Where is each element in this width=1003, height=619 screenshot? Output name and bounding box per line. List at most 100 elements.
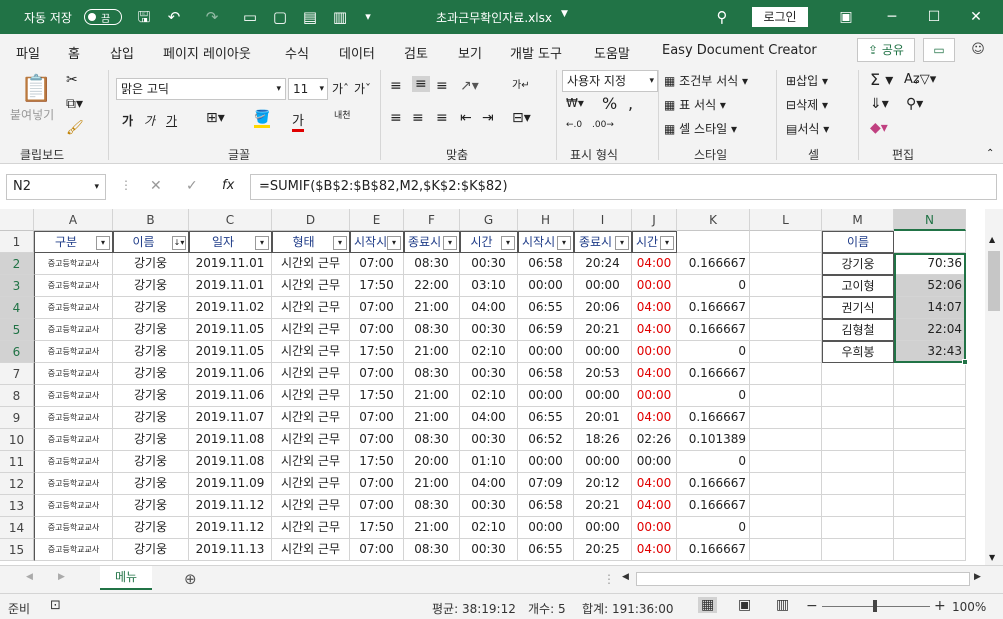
table-cell[interactable]: 00:00: [574, 275, 632, 297]
page-break-view-icon[interactable]: ▥: [776, 597, 789, 613]
table-cell[interactable]: 00:00: [518, 385, 574, 407]
table-cell[interactable]: 21:00: [404, 341, 460, 363]
font-name-combo[interactable]: 맑은 고딕 ▾: [116, 78, 286, 100]
table-cell[interactable]: 22:00: [404, 275, 460, 297]
table-cell[interactable]: 2019.11.12: [189, 517, 272, 539]
tab-easy-document-creator[interactable]: Easy Document Creator: [662, 43, 817, 58]
comma-icon[interactable]: ,: [628, 94, 633, 113]
table-cell[interactable]: 08:30: [404, 539, 460, 561]
table-cell[interactable]: 07:00: [350, 495, 404, 517]
collapse-ribbon-icon[interactable]: ⌃: [986, 148, 994, 159]
next-sheet-icon[interactable]: ▶: [58, 572, 65, 582]
table-cell[interactable]: [750, 363, 822, 385]
merge-center-icon[interactable]: ⊟▾: [512, 110, 531, 126]
table-cell[interactable]: [750, 451, 822, 473]
comments-button[interactable]: ▭: [923, 38, 955, 62]
delete-cells-button[interactable]: ⊟삭제 ▾: [786, 96, 828, 113]
tab-review[interactable]: 검토: [404, 43, 428, 62]
table-cell[interactable]: 04:00: [632, 407, 677, 429]
align-left-icon[interactable]: ≡: [390, 110, 402, 126]
table-cell[interactable]: 2019.11.12: [189, 495, 272, 517]
login-button[interactable]: 로그인: [752, 7, 808, 27]
undo-icon[interactable]: ↶: [164, 7, 184, 27]
table-cell[interactable]: 08:30: [404, 253, 460, 275]
table-cell[interactable]: 강기웅: [113, 341, 189, 363]
align-center-icon[interactable]: ≡: [412, 110, 424, 126]
table-cell[interactable]: 06:55: [518, 539, 574, 561]
summary-total[interactable]: [894, 363, 966, 385]
column-header[interactable]: D: [272, 209, 350, 231]
table-cell[interactable]: 2019.11.01: [189, 275, 272, 297]
table-cell[interactable]: 00:00: [518, 341, 574, 363]
table-cell[interactable]: 증고등학교교사: [34, 451, 113, 473]
table-cell[interactable]: 06:55: [518, 297, 574, 319]
copy-icon[interactable]: ⧉▾: [66, 96, 83, 112]
summary-total[interactable]: [894, 495, 966, 517]
table-cell[interactable]: 증고등학교교사: [34, 363, 113, 385]
table-cell[interactable]: [750, 539, 822, 561]
table-cell[interactable]: 17:50: [350, 451, 404, 473]
add-sheet-icon[interactable]: ⊕: [184, 570, 197, 588]
table-cell[interactable]: 시간외 근무: [272, 407, 350, 429]
row-header[interactable]: 6: [0, 341, 34, 363]
table-cell[interactable]: 02:10: [460, 385, 518, 407]
table-cell[interactable]: 06:59: [518, 319, 574, 341]
table-cell[interactable]: 시간외 근무: [272, 451, 350, 473]
summary-total[interactable]: [894, 539, 966, 561]
table-cell[interactable]: 20:24: [574, 253, 632, 275]
maximize-button[interactable]: ☐: [922, 5, 946, 29]
table-cell[interactable]: 07:00: [350, 539, 404, 561]
table-cell[interactable]: 강기웅: [113, 451, 189, 473]
fill-handle[interactable]: [962, 359, 968, 365]
column-header[interactable]: G: [460, 209, 518, 231]
summary-header[interactable]: 이름: [822, 231, 894, 253]
fill-icon[interactable]: ⇓▾: [870, 96, 889, 112]
table-cell[interactable]: 강기웅: [113, 319, 189, 341]
table-cell[interactable]: 20:53: [574, 363, 632, 385]
decrease-font-icon[interactable]: 가ˇ: [354, 80, 371, 97]
row-header[interactable]: 8: [0, 385, 34, 407]
row-header[interactable]: 12: [0, 473, 34, 495]
table-cell[interactable]: 강기웅: [113, 539, 189, 561]
summary-total[interactable]: 22:04: [894, 319, 966, 341]
column-header[interactable]: B: [113, 209, 189, 231]
column-header[interactable]: C: [189, 209, 272, 231]
table-cell[interactable]: 03:10: [460, 275, 518, 297]
row-header[interactable]: 14: [0, 517, 34, 539]
header-cell[interactable]: 형태 ▾: [272, 231, 350, 253]
table-cell[interactable]: 20:01: [574, 407, 632, 429]
table-cell[interactable]: 증고등학교교사: [34, 297, 113, 319]
redo-icon[interactable]: ↷: [202, 7, 222, 27]
summary-total[interactable]: 14:07: [894, 297, 966, 319]
table-cell[interactable]: 08:30: [404, 363, 460, 385]
header-cell[interactable]: 종료시 ▾: [404, 231, 460, 253]
table-cell[interactable]: 00:00: [632, 275, 677, 297]
align-top-icon[interactable]: ≡: [390, 78, 402, 94]
table-cell[interactable]: 증고등학교교사: [34, 407, 113, 429]
page-layout-view-icon[interactable]: ▣: [738, 597, 751, 613]
table-cell[interactable]: 시간외 근무: [272, 429, 350, 451]
table-cell[interactable]: 04:00: [632, 539, 677, 561]
increase-decimal-icon[interactable]: ←.0: [566, 120, 582, 130]
align-bottom-icon[interactable]: ≡: [436, 78, 448, 94]
row-header[interactable]: 1: [0, 231, 34, 253]
sheet-tab-menu[interactable]: 메뉴: [100, 566, 152, 590]
paste-icon[interactable]: 📋: [20, 74, 52, 104]
scroll-up-icon[interactable]: ▲: [989, 235, 995, 244]
spreadsheet-grid[interactable]: A B C D E F G H I J K L M N 1 구분 ▾ 이름 ↓▾ 일자 ▾ 형태 ▾ 시작시 ▾ 종료시 ▾ 시간 ▾ 시…: [0, 209, 1003, 563]
autosave-toggle[interactable]: 끔: [84, 9, 122, 25]
table-cell[interactable]: 00:00: [574, 451, 632, 473]
table-cell[interactable]: [822, 517, 894, 539]
format-cells-button[interactable]: ▤서식 ▾: [786, 120, 829, 137]
tab-home[interactable]: 홈: [68, 43, 80, 68]
row-header[interactable]: 15: [0, 539, 34, 561]
table-cell[interactable]: 시간외 근무: [272, 473, 350, 495]
scroll-left-icon[interactable]: ◀: [622, 572, 629, 582]
column-header[interactable]: F: [404, 209, 460, 231]
table-cell[interactable]: 02:10: [460, 341, 518, 363]
header-cell[interactable]: 이름 ↓▾: [113, 231, 189, 253]
font-color-icon[interactable]: 가: [292, 110, 304, 132]
table-cell[interactable]: 20:00: [404, 451, 460, 473]
table-cell[interactable]: [750, 297, 822, 319]
table-cell[interactable]: 2019.11.02: [189, 297, 272, 319]
